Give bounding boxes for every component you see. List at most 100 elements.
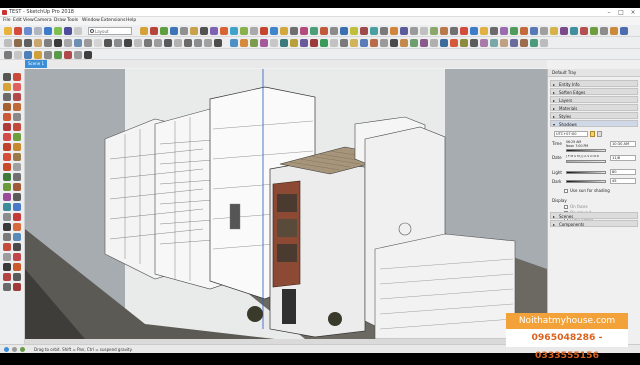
render-tool-12-icon[interactable]: [340, 39, 348, 47]
plugin-d-icon[interactable]: [530, 27, 538, 35]
dimension-tool-icon[interactable]: [13, 163, 21, 171]
search-input[interactable]: Layout: [88, 27, 132, 35]
render-tool-18-icon[interactable]: [400, 39, 408, 47]
zoom-extents-icon[interactable]: [270, 27, 278, 35]
paint-bucket-icon[interactable]: [230, 27, 238, 35]
render-tool-30-icon[interactable]: [520, 39, 528, 47]
material-swatch-6-icon[interactable]: [54, 39, 62, 47]
light-field[interactable]: 80: [610, 169, 636, 175]
time-field[interactable]: 10:30 AM: [610, 141, 636, 147]
menu-file[interactable]: File: [3, 17, 11, 25]
shadow-settings-icon[interactable]: [597, 131, 602, 137]
material-swatch-18-icon[interactable]: [174, 39, 182, 47]
panel-entity-info[interactable]: ▸ Entity Info: [550, 80, 638, 87]
render-tool-22-icon[interactable]: [440, 39, 448, 47]
material-swatch-12-icon[interactable]: [114, 39, 122, 47]
layout-icon[interactable]: [490, 27, 498, 35]
sandbox-5-icon[interactable]: [3, 263, 11, 271]
material-swatch-14-icon[interactable]: [134, 39, 142, 47]
layer-tool-4-icon[interactable]: [34, 51, 42, 59]
look-around-icon[interactable]: [300, 27, 308, 35]
material-swatch-19-icon[interactable]: [184, 39, 192, 47]
monochrome-icon[interactable]: [450, 27, 458, 35]
rotated-rect-icon[interactable]: [13, 103, 21, 111]
zoom-window-icon[interactable]: [13, 203, 21, 211]
sandbox-9-icon[interactable]: [3, 283, 11, 291]
material-swatch-16-icon[interactable]: [154, 39, 162, 47]
pan-icon[interactable]: [250, 27, 258, 35]
position-camera-tool-icon[interactable]: [13, 233, 21, 241]
material-swatch-9-icon[interactable]: [84, 39, 92, 47]
polygon-icon[interactable]: [13, 113, 21, 121]
front-view-icon[interactable]: [350, 27, 358, 35]
panel-layers[interactable]: ▸ Layers: [550, 96, 638, 103]
render-tool-17-icon[interactable]: [390, 39, 398, 47]
axes-icon[interactable]: [3, 183, 11, 191]
plugin-c-icon[interactable]: [520, 27, 528, 35]
material-swatch-22-icon[interactable]: [214, 39, 222, 47]
panel-shadows[interactable]: ▾ Shadows: [550, 120, 638, 127]
push-pull-icon[interactable]: [54, 27, 62, 35]
menu-camera[interactable]: Camera: [34, 17, 52, 25]
walk-icon[interactable]: [310, 27, 318, 35]
hidden-line-icon[interactable]: [420, 27, 428, 35]
material-swatch-20-icon[interactable]: [194, 39, 202, 47]
plugin-i-icon[interactable]: [580, 27, 588, 35]
panel-styles[interactable]: ▸ Styles: [550, 112, 638, 119]
scale-icon[interactable]: [3, 153, 11, 161]
timezone-select[interactable]: UTC+07:00: [554, 131, 588, 137]
sandbox-1-icon[interactable]: [3, 243, 11, 251]
on-faces-checkbox[interactable]: [564, 205, 568, 209]
plugin-h-icon[interactable]: [570, 27, 578, 35]
shaded-icon[interactable]: [430, 27, 438, 35]
protractor-icon[interactable]: [190, 27, 198, 35]
menu-window[interactable]: Window: [82, 17, 100, 25]
plugin-e-icon[interactable]: [540, 27, 548, 35]
panel-materials[interactable]: ▸ Materials: [550, 104, 638, 111]
extension-warehouse-icon[interactable]: [480, 27, 488, 35]
material-swatch-5-icon[interactable]: [44, 39, 52, 47]
previous-view-icon[interactable]: [280, 27, 288, 35]
tape-measure-icon[interactable]: [170, 27, 178, 35]
dark-slider[interactable]: [566, 180, 606, 183]
follow-me-icon[interactable]: [160, 27, 168, 35]
rotate-tool-icon[interactable]: [140, 27, 148, 35]
wireframe-icon[interactable]: [410, 27, 418, 35]
sandbox-10-icon[interactable]: [13, 283, 21, 291]
arc-tool-icon[interactable]: [34, 27, 42, 35]
layer-tool-9-icon[interactable]: [84, 51, 92, 59]
menu-help[interactable]: Help: [126, 17, 136, 25]
circle-icon[interactable]: [3, 113, 11, 121]
sun-toggle-icon[interactable]: [590, 131, 595, 137]
warehouse-icon[interactable]: [460, 27, 468, 35]
material-swatch-17-icon[interactable]: [164, 39, 172, 47]
light-slider[interactable]: [566, 171, 606, 174]
render-tool-32-icon[interactable]: [540, 39, 548, 47]
zoom-extents-tool-icon[interactable]: [3, 213, 11, 221]
plugin-j-icon[interactable]: [590, 27, 598, 35]
layer-tool-7-icon[interactable]: [64, 51, 72, 59]
select-tool-icon[interactable]: [4, 27, 12, 35]
render-tool-13-icon[interactable]: [350, 39, 358, 47]
sandbox-3-icon[interactable]: [3, 253, 11, 261]
walk-tool-icon[interactable]: [3, 223, 11, 231]
rotate-icon[interactable]: [3, 143, 11, 151]
geolocation-icon[interactable]: [4, 347, 9, 352]
close-button[interactable]: ×: [628, 8, 638, 17]
tab-scene-1[interactable]: Scene 1: [25, 60, 47, 68]
render-tool-8-icon[interactable]: [300, 39, 308, 47]
render-tool-6-icon[interactable]: [280, 39, 288, 47]
plugin-l-icon[interactable]: [610, 27, 618, 35]
menu-view[interactable]: View: [23, 17, 34, 25]
shaded-textures-icon[interactable]: [440, 27, 448, 35]
material-swatch-10-icon[interactable]: [94, 39, 102, 47]
render-tool-2-icon[interactable]: [240, 39, 248, 47]
share-model-icon[interactable]: [470, 27, 478, 35]
sandbox-4-icon[interactable]: [13, 253, 21, 261]
rectangle-tool-icon[interactable]: [44, 27, 52, 35]
right-view-icon[interactable]: [360, 27, 368, 35]
offset-icon[interactable]: [64, 27, 72, 35]
scale-tool-icon[interactable]: [150, 27, 158, 35]
position-camera-icon[interactable]: [290, 27, 298, 35]
material-swatch-11-icon[interactable]: [104, 39, 112, 47]
